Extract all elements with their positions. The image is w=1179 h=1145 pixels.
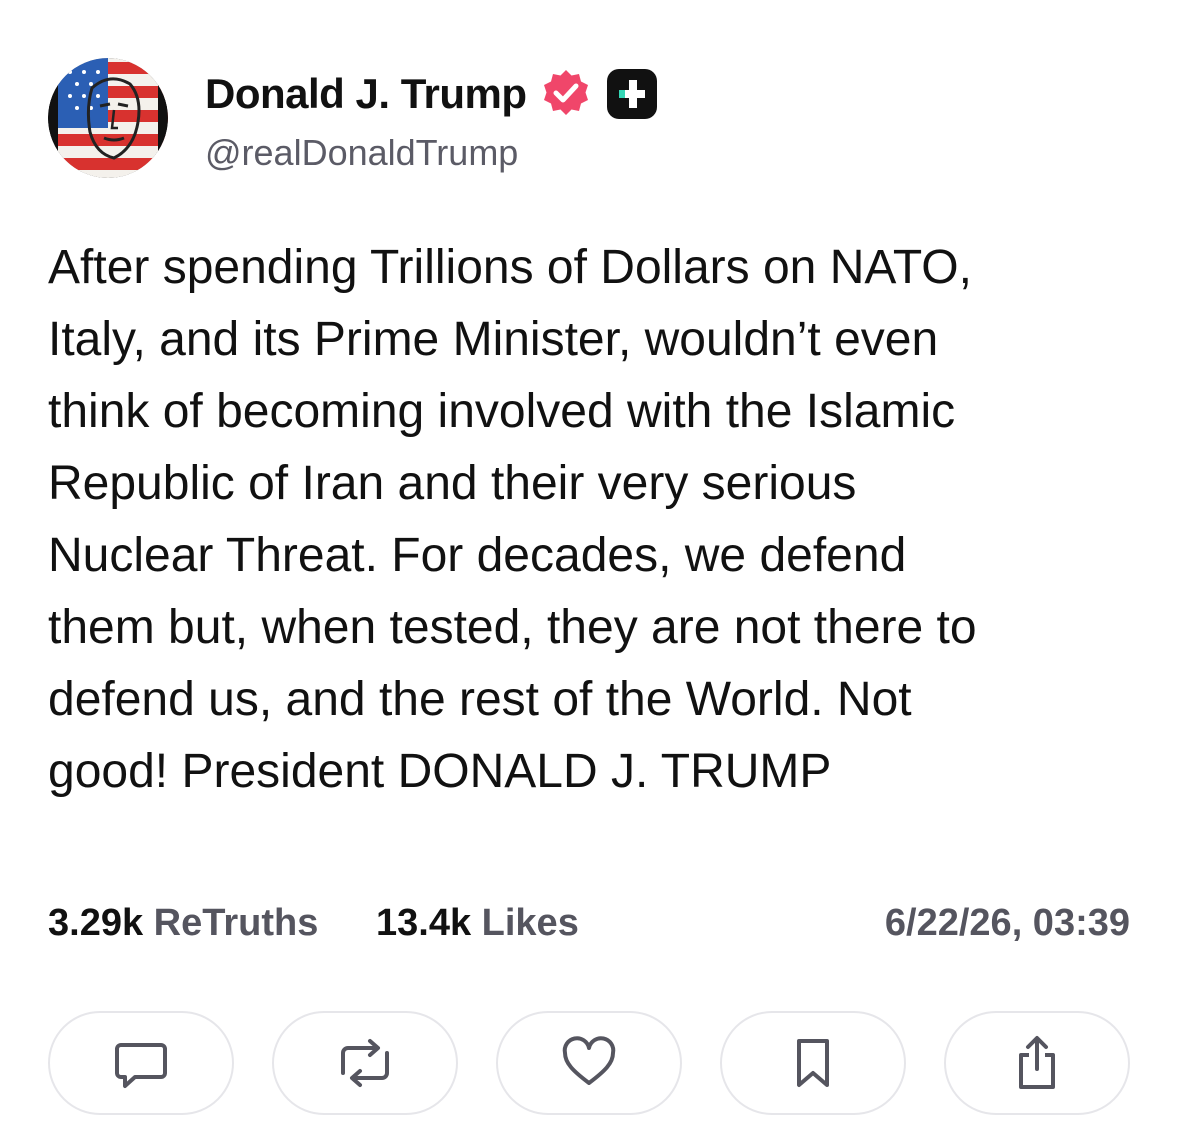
likes-label: Likes xyxy=(481,902,579,944)
profile-handle[interactable]: @realDonaldTrump xyxy=(205,132,518,174)
retruth-icon xyxy=(341,1039,389,1087)
likes-count: 13.4k xyxy=(376,902,472,944)
bookmark-button[interactable] xyxy=(720,1011,906,1115)
comment-icon xyxy=(115,1043,167,1088)
post-timestamp: 6/22/26, 03:39 xyxy=(884,902,1130,944)
retruths-label: ReTruths xyxy=(153,902,319,944)
post-text-line: Republic of Iran and their very serious xyxy=(48,457,857,510)
share-icon xyxy=(1019,1036,1055,1089)
reply-button[interactable] xyxy=(48,1011,234,1115)
profile-name-row: Donald J. Trump xyxy=(205,66,659,122)
post-text-line: defend us, and the rest of the World. No… xyxy=(48,673,912,726)
action-bar xyxy=(48,1011,1132,1119)
likes-stat[interactable]: 13.4k Likes xyxy=(376,902,579,945)
verified-badge-icon xyxy=(539,67,593,121)
display-name[interactable]: Donald J. Trump xyxy=(205,70,527,118)
post-text-line: think of becoming involved with the Isla… xyxy=(48,385,956,438)
avatar-flag-portrait-icon xyxy=(48,58,168,178)
retruths-stat[interactable]: 3.29k ReTruths xyxy=(48,902,318,945)
retruths-count: 3.29k xyxy=(48,902,144,944)
post-text-line: good! President DONALD J. TRUMP xyxy=(48,745,832,798)
heart-icon xyxy=(562,1036,616,1085)
post-text-line: After spending Trillions of Dollars on N… xyxy=(48,241,972,294)
post-text-line: them but, when tested, they are not ther… xyxy=(48,601,977,654)
like-button[interactable] xyxy=(496,1011,682,1115)
avatar[interactable] xyxy=(48,58,168,178)
post-stats: 3.29k ReTruths 13.4k Likes 6/22/26, 03:3… xyxy=(48,902,1130,952)
post-text-line: Nuclear Threat. For decades, we defend xyxy=(48,529,907,582)
post-text: After spending Trillions of Dollars on N… xyxy=(48,232,1143,808)
share-button[interactable] xyxy=(944,1011,1130,1115)
post-text-line: Italy, and its Prime Minister, wouldn’t … xyxy=(48,313,939,366)
bookmark-icon xyxy=(797,1039,829,1087)
retruth-button[interactable] xyxy=(272,1011,458,1115)
truth-plus-badge-icon xyxy=(605,67,659,121)
